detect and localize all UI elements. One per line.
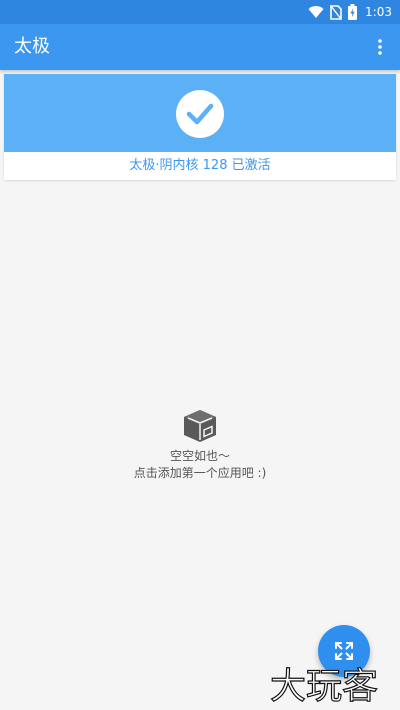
empty-hint: 点击添加第一个应用吧 :) xyxy=(133,466,267,480)
status-bar: 1:03 xyxy=(0,0,400,24)
wifi-icon xyxy=(308,5,324,19)
activation-status-text: 太极·阴内核 128 已激活 xyxy=(129,158,271,173)
status-card-banner xyxy=(4,74,396,152)
battery-charging-icon xyxy=(348,4,358,20)
more-vert-icon[interactable] xyxy=(370,34,390,60)
box-icon xyxy=(184,410,216,442)
watermark-logo: 大玩客 xyxy=(270,665,379,707)
status-card[interactable]: 太极·阴内核 128 已激活 xyxy=(4,74,396,180)
empty-message: 空空如也～ xyxy=(169,449,230,463)
empty-state: 空空如也～ 点击添加第一个应用吧 :) xyxy=(0,408,400,482)
expand-icon xyxy=(335,642,353,660)
check-icon xyxy=(176,90,224,138)
no-sim-icon xyxy=(330,4,342,20)
app-bar: 太极 xyxy=(0,24,400,70)
svg-text:大玩客: 大玩客 xyxy=(270,666,378,707)
status-time: 1:03 xyxy=(365,5,392,19)
app-title: 太极 xyxy=(14,36,50,57)
